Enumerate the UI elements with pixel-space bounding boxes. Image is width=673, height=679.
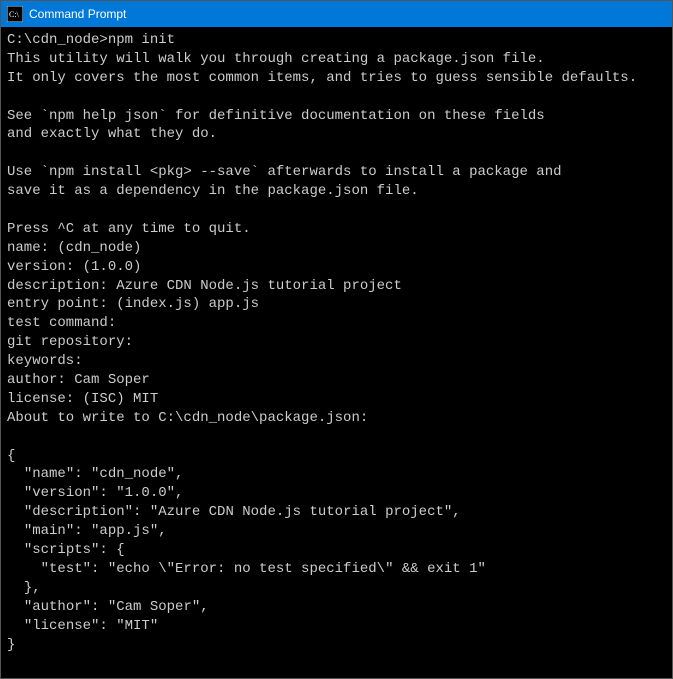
output-line: This utility will walk you through creat…: [7, 51, 545, 67]
output-line: See `npm help json` for definitive docum…: [7, 108, 545, 124]
output-line: "test": "echo \"Error: no test specified…: [7, 561, 486, 577]
output-line: keywords:: [7, 353, 83, 369]
command-prompt-window: C:\ Command Prompt C:\cdn_node>npm init …: [0, 0, 673, 679]
output-line: "scripts": {: [7, 542, 125, 558]
output-line: },: [7, 580, 41, 596]
output-line: "name": "cdn_node",: [7, 466, 183, 482]
output-line: It only covers the most common items, an…: [7, 70, 637, 86]
output-line: version: (1.0.0): [7, 259, 141, 275]
svg-text:C:\: C:\: [9, 10, 20, 19]
titlebar-title: Command Prompt: [29, 7, 126, 21]
prompt-path: C:\cdn_node>: [7, 32, 108, 48]
output-line: Use `npm install <pkg> --save` afterward…: [7, 164, 562, 180]
typed-command: npm init: [108, 32, 175, 48]
output-line: name: (cdn_node): [7, 240, 141, 256]
output-line: license: (ISC) MIT: [7, 391, 158, 407]
output-line: "author": "Cam Soper",: [7, 599, 209, 615]
output-line: save it as a dependency in the package.j…: [7, 183, 419, 199]
output-line: git repository:: [7, 334, 133, 350]
output-line: "main": "app.js",: [7, 523, 167, 539]
output-line: {: [7, 448, 15, 464]
output-line: test command:: [7, 315, 116, 331]
output-line: About to write to C:\cdn_node\package.js…: [7, 410, 368, 426]
prompt-line-1: C:\cdn_node>npm init: [7, 32, 175, 48]
output-line: }: [7, 637, 15, 653]
titlebar[interactable]: C:\ Command Prompt: [1, 1, 672, 27]
output-line: "description": "Azure CDN Node.js tutori…: [7, 504, 461, 520]
output-line: "version": "1.0.0",: [7, 485, 183, 501]
output-line: author: Cam Soper: [7, 372, 150, 388]
cmd-icon: C:\: [7, 6, 23, 22]
output-line: and exactly what they do.: [7, 126, 217, 142]
output-line: Press ^C at any time to quit.: [7, 221, 251, 237]
output-line: "license": "MIT": [7, 618, 158, 634]
output-line: entry point: (index.js) app.js: [7, 296, 259, 312]
output-line: description: Azure CDN Node.js tutorial …: [7, 278, 402, 294]
terminal-area[interactable]: C:\cdn_node>npm init This utility will w…: [1, 27, 672, 678]
